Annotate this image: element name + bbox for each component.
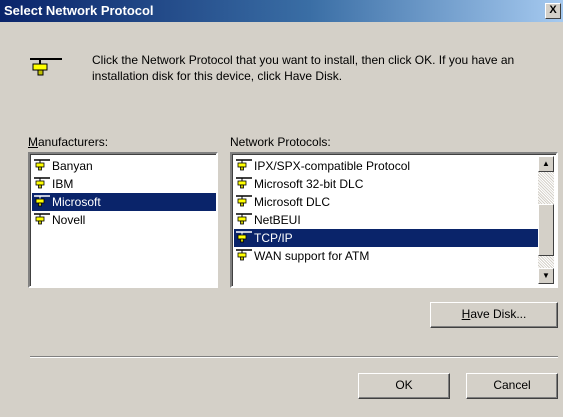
window-title: Select Network Protocol	[4, 3, 154, 18]
cancel-button[interactable]: Cancel	[466, 373, 558, 399]
network-protocols-label: Network Protocols:	[230, 135, 331, 149]
manufacturer-item-microsoft[interactable]: Microsoft	[32, 193, 216, 211]
have-disk-button[interactable]: Have Disk...	[430, 302, 558, 328]
scroll-up-button[interactable]: ▲	[538, 156, 554, 172]
ok-button[interactable]: OK	[358, 373, 450, 399]
manufacturer-item-banyan[interactable]: Banyan	[32, 157, 97, 175]
protocol-item-wan-atm[interactable]: WAN support for ATM	[234, 247, 373, 265]
instructions-text: Click the Network Protocol that you want…	[92, 53, 515, 83]
network-protocols-list[interactable]: IPX/SPX-compatible Protocol Microsoft 32…	[230, 152, 558, 288]
manufacturers-label: Manufacturers:	[28, 135, 109, 149]
scrollbar-thumb[interactable]	[538, 204, 554, 256]
title-bar[interactable]: Select Network Protocol X	[0, 0, 563, 22]
protocol-item-ms-dlc[interactable]: Microsoft DLC	[234, 193, 334, 211]
have-disk-label: Have Disk...	[461, 307, 527, 321]
scroll-down-button[interactable]: ▼	[538, 268, 554, 284]
separator	[30, 356, 558, 358]
protocol-item-ms-32bit-dlc[interactable]: Microsoft 32-bit DLC	[234, 175, 367, 193]
manufacturer-item-ibm[interactable]: IBM	[32, 175, 77, 193]
network-protocol-icon	[236, 248, 252, 267]
protocols-scrollbar[interactable]: ▲ ▼	[538, 156, 554, 284]
protocol-item-netbeui[interactable]: NetBEUI	[234, 211, 305, 229]
protocol-item-tcp-ip[interactable]: TCP/IP	[234, 229, 540, 247]
network-protocol-icon	[28, 56, 64, 81]
protocol-item-ipx-spx[interactable]: IPX/SPX-compatible Protocol	[234, 157, 414, 175]
close-button[interactable]: X	[545, 3, 561, 19]
manufacturers-list[interactable]: Banyan IBM Microsoft Novell	[28, 152, 218, 288]
manufacturer-item-novell[interactable]: Novell	[32, 211, 89, 229]
network-protocol-icon	[34, 212, 50, 231]
